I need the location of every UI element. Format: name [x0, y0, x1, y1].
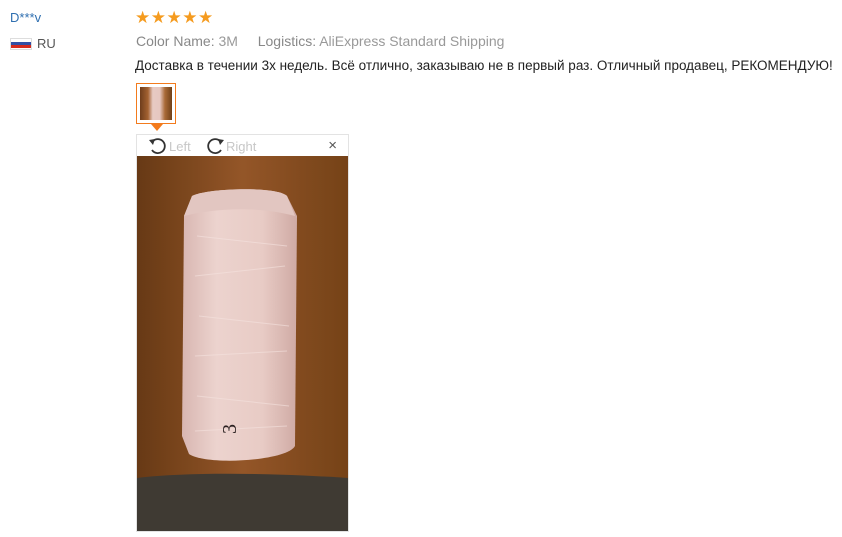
photo-viewer-toolbar: Left Right ×	[137, 135, 348, 156]
review-photo-image: 3	[137, 156, 348, 531]
review-text: Доставка в течении 3х недель. Всё отличн…	[135, 58, 833, 73]
rotate-right-label: Right	[226, 138, 257, 154]
close-icon[interactable]: ×	[328, 138, 337, 154]
reviewer-country: RU	[10, 36, 56, 51]
rotate-right-button[interactable]: Right	[204, 136, 256, 156]
logistics-value: AliExpress Standard Shipping	[319, 33, 505, 49]
star-icon: ★	[135, 8, 151, 27]
rotate-right-icon	[207, 138, 224, 154]
reviewer-name[interactable]: D***v	[10, 10, 41, 25]
star-icon: ★	[166, 8, 182, 27]
rotate-left-icon	[149, 138, 166, 154]
thumbnail-image	[140, 87, 172, 120]
star-rating: ★ ★ ★ ★ ★	[135, 8, 214, 28]
rotate-left-label: Left	[169, 138, 191, 154]
logistics-label: Logistics:	[257, 33, 317, 49]
photo-viewer: Left Right × 3	[136, 134, 349, 532]
flag-icon	[10, 37, 32, 50]
star-icon: ★	[198, 8, 214, 27]
country-code: RU	[37, 36, 56, 51]
review-photo: 3	[137, 156, 348, 531]
thumbnail-active-caret	[151, 124, 163, 131]
order-info: Color Name: 3M Logistics: AliExpress Sta…	[136, 33, 504, 49]
color-name-value: 3M	[218, 33, 238, 49]
package-handwriting: 3	[219, 424, 241, 434]
review-photo-thumbnail[interactable]	[136, 83, 176, 124]
star-icon: ★	[182, 8, 198, 27]
color-name-label: Color Name:	[136, 33, 215, 49]
rotate-left-button[interactable]: Left	[147, 136, 191, 156]
star-icon: ★	[150, 8, 166, 27]
